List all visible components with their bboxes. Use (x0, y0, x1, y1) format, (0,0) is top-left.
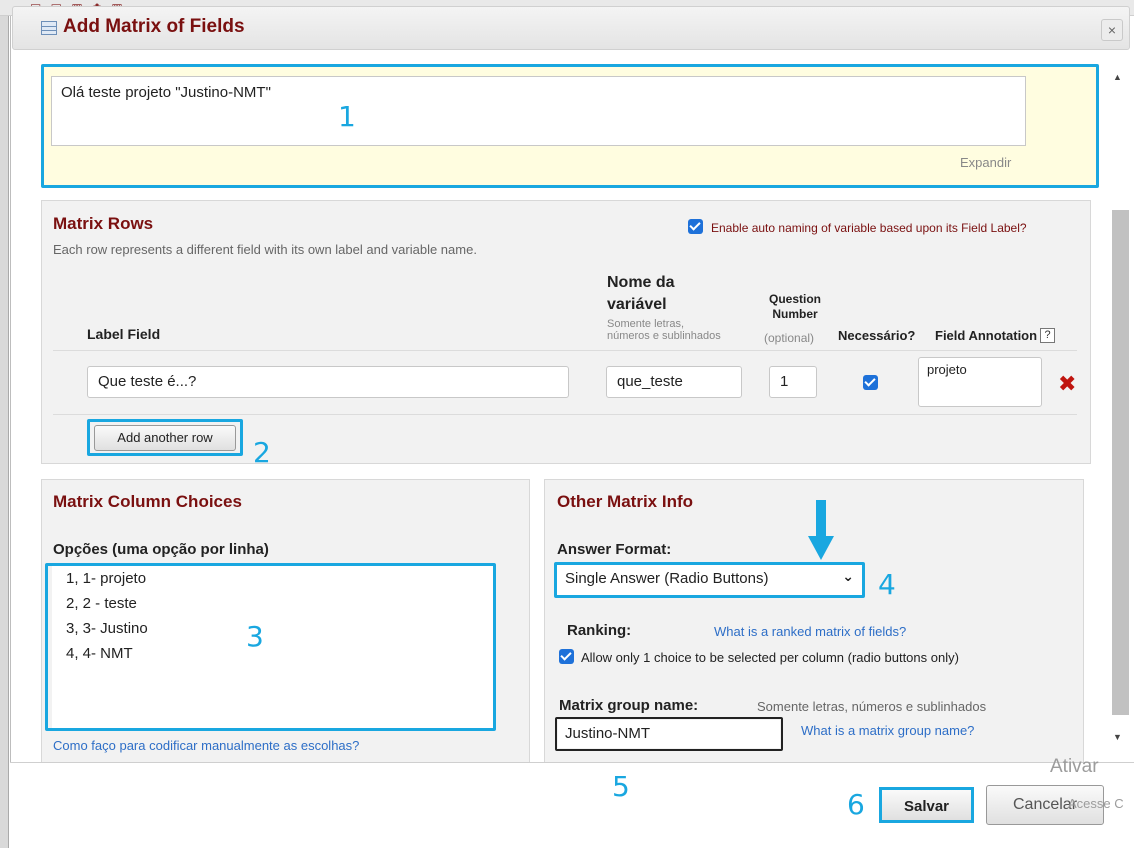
group-name-label: Matrix group name: (559, 697, 699, 714)
row-question-number-input[interactable]: 1 (769, 366, 817, 398)
annotation-number-3: 3 (246, 620, 264, 653)
var-name-hint-2: números e sublinhados (607, 330, 721, 342)
var-name-header: Nome da variável (607, 274, 675, 313)
save-button[interactable]: Salvar (879, 787, 974, 823)
question-number-header: Question Number (768, 292, 821, 321)
annotation-number-1: 1 (338, 100, 356, 133)
annotation-number-6: 6 (847, 788, 865, 821)
help-icon[interactable]: ? (1040, 328, 1055, 343)
annotation-box-1 (41, 64, 1099, 188)
manual-coding-link[interactable]: Como faço para codificar manualmente as … (53, 738, 359, 753)
annotation-box-4 (554, 562, 865, 598)
background-page-edge (0, 16, 9, 848)
matrix-rows-subtitle: Each row represents a different field wi… (53, 242, 477, 257)
scroll-down-icon[interactable]: ▼ (1113, 732, 1122, 742)
var-name-hint-1: Somente letras, (607, 318, 685, 330)
column-choices-title: Matrix Column Choices (53, 492, 242, 511)
dialog-titlebar: Add Matrix of Fields × (12, 6, 1130, 50)
ranking-option-label: Allow only 1 choice to be selected per c… (581, 650, 959, 665)
dialog-scrollbar[interactable]: ▲ ▼ (1100, 50, 1134, 750)
row-label-input[interactable]: Que teste é...? (87, 366, 569, 398)
group-name-hint: Somente letras, números e sublinhados (757, 699, 987, 714)
ranking-checkbox[interactable] (559, 649, 574, 664)
scroll-up-icon[interactable]: ▲ (1113, 72, 1122, 82)
required-header: Necessário? (838, 328, 916, 343)
label-field-header: Label Field (87, 326, 161, 342)
ranking-label: Ranking: (567, 622, 632, 639)
annotation-number-4: 4 (878, 568, 896, 601)
matrix-rows-title: Matrix Rows (53, 214, 154, 233)
row-var-name-input[interactable]: que_teste (606, 366, 742, 398)
page: ▣ ▤ ▥ ✿ ▦ Add Matrix of Fields × ▲ ▼ Olá… (0, 0, 1134, 848)
row-divider (53, 414, 1077, 415)
dialog-title: Add Matrix of Fields (63, 16, 245, 37)
delete-row-icon[interactable]: ✖ (1058, 371, 1076, 397)
header-divider (53, 350, 1077, 351)
group-name-help-link[interactable]: What is a matrix group name? (801, 723, 974, 738)
auto-naming-checkbox[interactable] (688, 219, 703, 234)
field-annotation-header: Field Annotation (935, 328, 1038, 343)
answer-format-label: Answer Format: (557, 541, 672, 558)
close-button[interactable]: × (1101, 19, 1123, 41)
auto-naming-label: Enable auto naming of variable based upo… (711, 221, 1027, 235)
activation-watermark-sub: Acesse C (1068, 796, 1124, 811)
annotation-number-2: 2 (253, 436, 271, 469)
annotation-box-3 (45, 563, 496, 731)
row-required-checkbox[interactable] (863, 375, 878, 390)
question-optional-hint: (optional) (764, 331, 815, 345)
group-name-focus-ring (555, 717, 783, 751)
options-label: Opções (uma opção por linha) (53, 541, 269, 558)
arrow-down-icon (808, 500, 834, 560)
activation-watermark-title: Ativar (1050, 756, 1099, 777)
ranking-help-link[interactable]: What is a ranked matrix of fields? (714, 624, 906, 639)
other-info-title: Other Matrix Info (557, 492, 694, 511)
table-icon (41, 21, 57, 35)
row-annotation-input[interactable]: projeto (918, 357, 1042, 407)
annotation-number-5: 5 (612, 770, 630, 803)
annotation-box-2 (87, 419, 243, 456)
scroll-thumb[interactable] (1112, 210, 1129, 715)
